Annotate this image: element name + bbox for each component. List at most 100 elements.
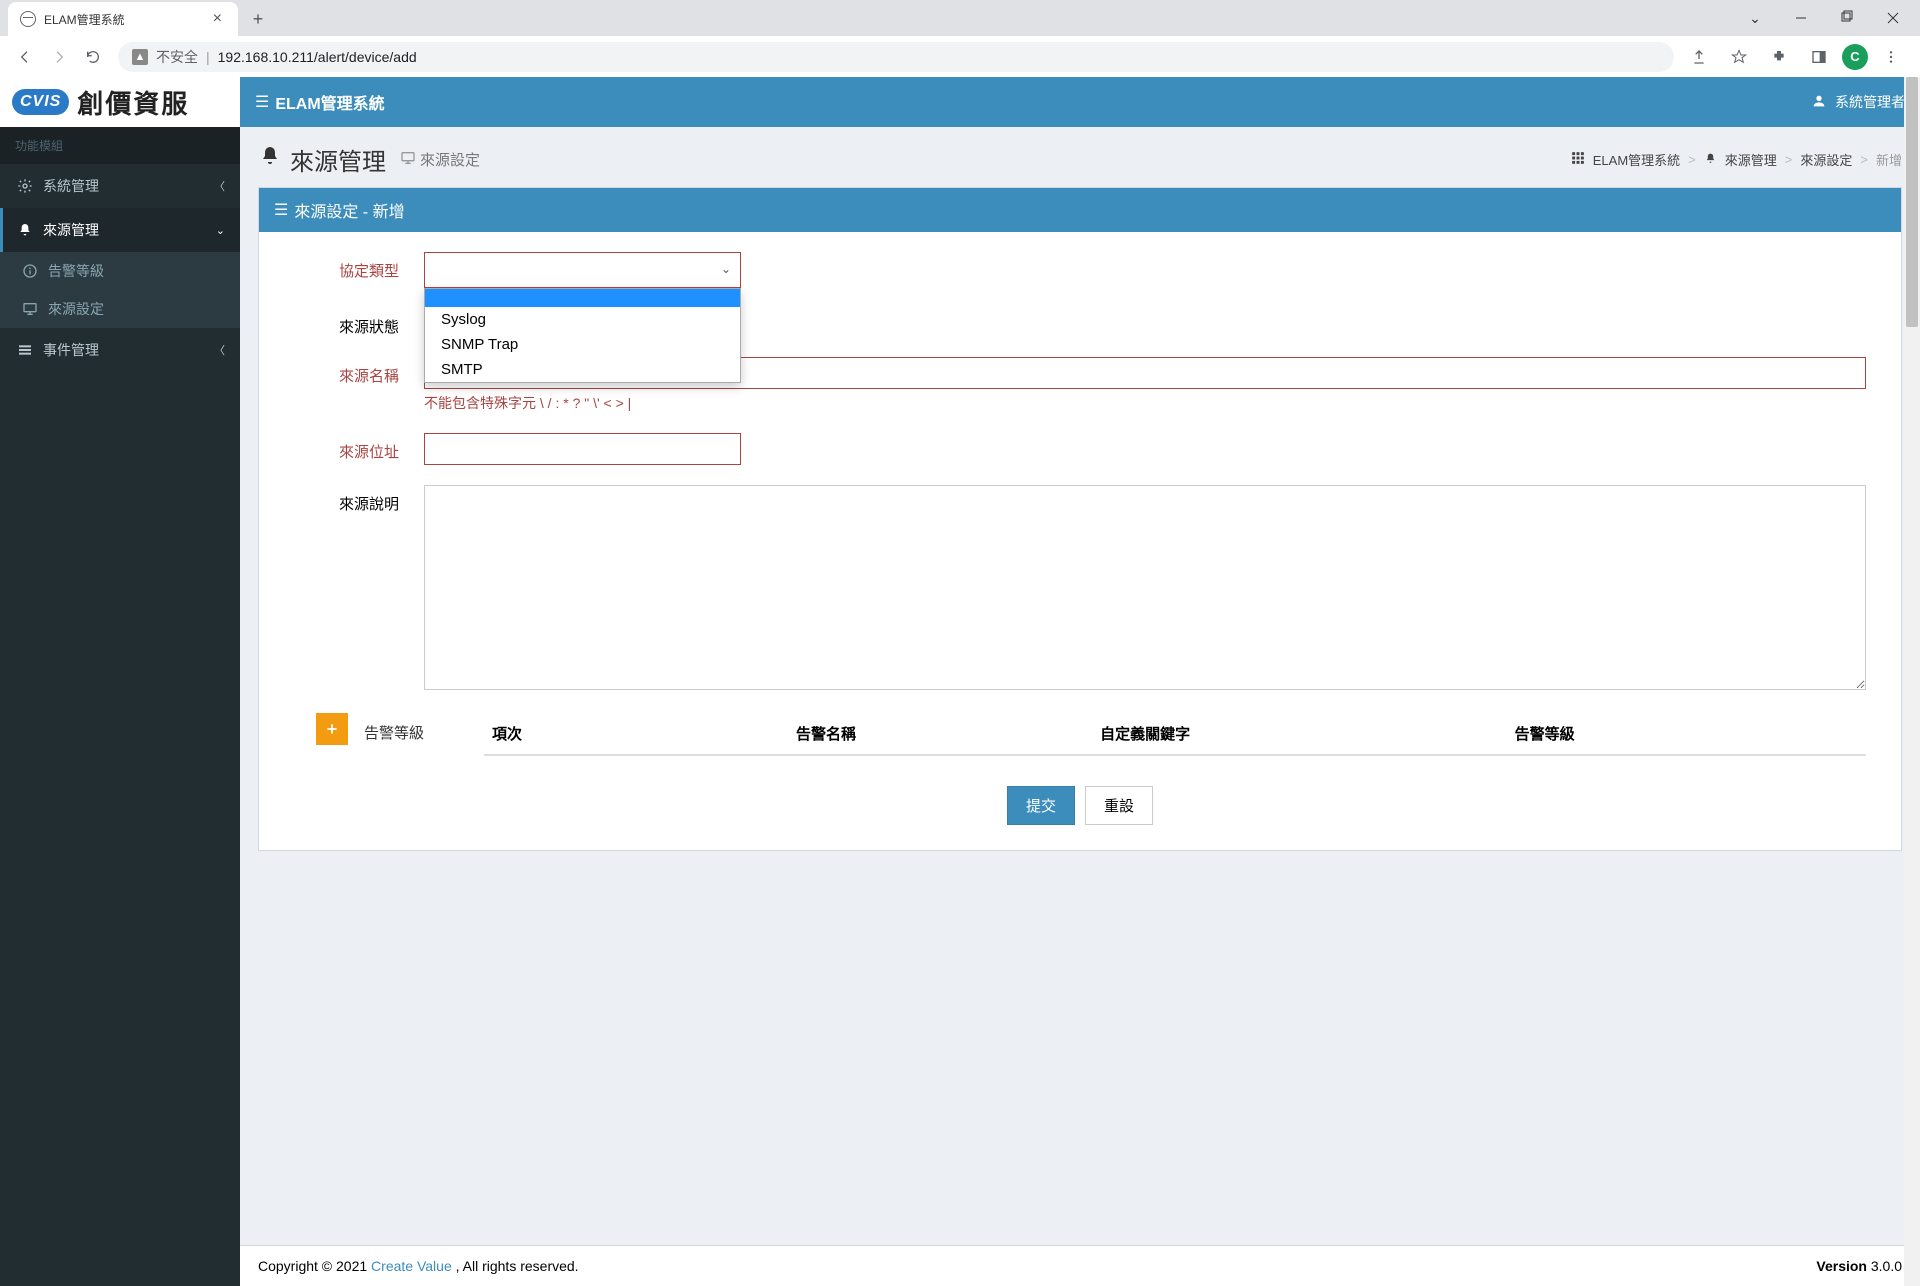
info-icon xyxy=(20,263,40,279)
alert-level-table: 項次 告警名稱 自定義關鍵字 告警等級 xyxy=(484,713,1866,756)
breadcrumb-item: 新增 xyxy=(1876,150,1902,169)
grid-icon xyxy=(1571,151,1585,168)
close-icon[interactable]: × xyxy=(209,10,226,28)
page-scrollbar[interactable] xyxy=(1904,77,1920,1286)
browser-tab[interactable]: ELAM管理系統 × xyxy=(8,2,238,36)
list-icon: ☰ xyxy=(274,200,288,220)
warning-icon: ▲ xyxy=(132,49,148,65)
submit-button[interactable]: 提交 xyxy=(1007,786,1075,825)
protocol-dropdown-list: Syslog SNMP Trap SMTP xyxy=(424,288,741,383)
sidebar-item-label: 來源管理 xyxy=(43,220,99,240)
form-label-status: 來源狀態 xyxy=(294,308,424,337)
table-header-row: 項次 告警名稱 自定義關鍵字 告警等級 xyxy=(484,713,1866,755)
form-label-name: 來源名稱 xyxy=(294,357,424,386)
window-close-button[interactable] xyxy=(1870,2,1916,34)
list-icon xyxy=(15,342,35,358)
sidebar-section-label: 功能模組 xyxy=(0,127,240,164)
add-alert-level-button[interactable] xyxy=(316,713,348,745)
forward-button[interactable] xyxy=(42,40,76,74)
reload-button[interactable] xyxy=(76,40,110,74)
name-help-text: 不能包含特殊字元 \ / : * ? " \' < > | xyxy=(424,393,1866,413)
bell-icon xyxy=(1704,152,1717,168)
url-separator: | xyxy=(206,49,210,65)
sidebar-subitem-source-setting[interactable]: 來源設定 xyxy=(0,290,240,328)
logo[interactable]: CVIS 創價資服 xyxy=(0,77,240,127)
table-header: 告警等級 xyxy=(1507,713,1866,755)
logo-text: 創價資服 xyxy=(77,84,189,121)
profile-avatar[interactable]: C xyxy=(1842,44,1868,70)
scrollbar-thumb[interactable] xyxy=(1906,77,1918,327)
dropdown-option[interactable]: Syslog xyxy=(425,307,740,332)
new-tab-button[interactable]: + xyxy=(244,5,272,33)
footer: Copyright © 2021 Create Value , All righ… xyxy=(240,1245,1920,1286)
main-content: ☰ ELAM管理系統 系統管理者 來源管理 來源設定 xyxy=(240,77,1920,1286)
back-button[interactable] xyxy=(8,40,42,74)
side-panel-icon[interactable] xyxy=(1802,40,1836,74)
footer-version: 3.0.0 xyxy=(1871,1258,1902,1274)
window-minimize-button[interactable] xyxy=(1778,2,1824,34)
app-root: CVIS 創價資服 功能模組 系統管理 〈 來源管理 ⌄ 告警等級 xyxy=(0,77,1920,1286)
form-row-address: 來源位址 xyxy=(294,433,1866,465)
panel-body: 協定類型 ⌄ Syslog SNMP Trap SMTP xyxy=(259,232,1901,850)
dropdown-option[interactable]: SMTP xyxy=(425,357,740,382)
table-header: 告警名稱 xyxy=(788,713,1092,755)
form-label-address: 來源位址 xyxy=(294,433,424,462)
sidebar-item-system[interactable]: 系統管理 〈 xyxy=(0,164,240,208)
footer-rights: , All rights reserved. xyxy=(456,1258,579,1274)
chevron-down-icon: ⌄ xyxy=(216,224,225,237)
dropdown-option-blank[interactable] xyxy=(425,289,740,307)
form-label-desc: 來源說明 xyxy=(294,485,424,514)
share-icon[interactable] xyxy=(1682,40,1716,74)
protocol-select[interactable] xyxy=(424,252,741,288)
monitor-icon xyxy=(400,150,416,170)
table-header: 項次 xyxy=(484,713,788,755)
breadcrumb-item[interactable]: 來源管理 xyxy=(1725,150,1777,169)
breadcrumb-item[interactable]: ELAM管理系統 xyxy=(1593,150,1680,169)
chevron-left-icon: 〈 xyxy=(214,342,225,358)
sidebar-item-event[interactable]: 事件管理 〈 xyxy=(0,328,240,372)
sidebar-item-source[interactable]: 來源管理 ⌄ xyxy=(0,208,240,252)
tab-title: ELAM管理系統 xyxy=(44,11,209,28)
form-row-desc: 來源說明 xyxy=(294,485,1866,693)
tabs-dropdown-icon[interactable]: ⌄ xyxy=(1732,2,1778,34)
user-icon xyxy=(1811,93,1827,112)
window-maximize-button[interactable] xyxy=(1824,2,1870,34)
url-input[interactable]: ▲ 不安全 | 192.168.10.211/alert/device/add xyxy=(118,42,1674,72)
table-header: 自定義關鍵字 xyxy=(1092,713,1507,755)
bookmark-star-icon[interactable] xyxy=(1722,40,1756,74)
sidebar-subitem-alert-level[interactable]: 告警等級 xyxy=(0,252,240,290)
footer-brand-link[interactable]: Create Value xyxy=(371,1258,452,1274)
source-desc-textarea[interactable] xyxy=(424,485,1866,690)
sidebar-item-label: 系統管理 xyxy=(43,176,99,196)
gear-icon xyxy=(15,178,35,194)
content-header: 來源管理 來源設定 ELAM管理系統 > 來源管理 > xyxy=(240,127,1920,187)
extensions-icon[interactable] xyxy=(1762,40,1796,74)
page-title: 來源管理 來源設定 xyxy=(258,142,480,177)
breadcrumb-item[interactable]: 來源設定 xyxy=(1800,150,1852,169)
form-row-protocol: 協定類型 ⌄ Syslog SNMP Trap SMTP xyxy=(294,252,1866,288)
hamburger-icon[interactable]: ☰ xyxy=(255,92,269,112)
breadcrumb: ELAM管理系統 > 來源管理 > 來源設定 > 新增 xyxy=(1571,150,1902,169)
browser-chrome: ELAM管理系統 × + ⌄ ▲ 不安全 xyxy=(0,0,1920,77)
url-text: 192.168.10.211/alert/device/add xyxy=(218,49,417,65)
footer-version-label: Version xyxy=(1816,1258,1870,1274)
bell-icon xyxy=(258,144,282,175)
kebab-menu-icon[interactable] xyxy=(1874,40,1908,74)
logo-badge: CVIS xyxy=(12,89,69,115)
form-actions: 提交 重設 xyxy=(294,786,1866,825)
bell-icon xyxy=(15,222,35,238)
page-subtitle: 來源設定 xyxy=(400,149,480,170)
globe-icon xyxy=(20,11,36,27)
monitor-icon xyxy=(20,301,40,317)
insecure-label: 不安全 xyxy=(156,47,198,67)
dropdown-option[interactable]: SNMP Trap xyxy=(425,332,740,357)
alert-level-section: 告警等級 項次 告警名稱 自定義關鍵字 告警等級 xyxy=(294,713,1866,756)
browser-tab-bar: ELAM管理系統 × + ⌄ xyxy=(0,0,1920,36)
reset-button[interactable]: 重設 xyxy=(1085,786,1153,825)
topbar-title: ELAM管理系統 xyxy=(275,90,384,114)
chevron-left-icon: 〈 xyxy=(214,178,225,194)
source-address-input[interactable] xyxy=(424,433,741,465)
footer-copyright: Copyright © 2021 xyxy=(258,1258,371,1274)
topbar-user[interactable]: 系統管理者 xyxy=(1811,92,1905,112)
panel-title: 來源設定 - 新增 xyxy=(294,198,404,222)
